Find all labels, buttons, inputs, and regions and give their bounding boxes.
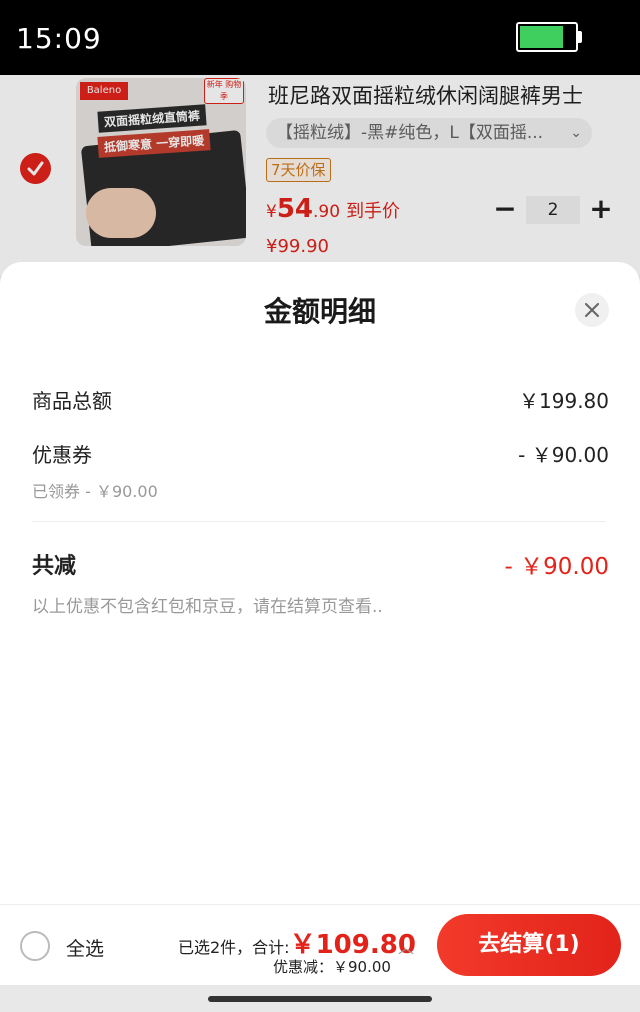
select-all-label[interactable]: 全选 xyxy=(66,934,104,961)
battery-cap xyxy=(578,31,582,43)
selected-summary: 已选2件，合计: xyxy=(178,938,290,957)
expand-detail-icon[interactable]: ︿ xyxy=(398,934,414,958)
total-reduction-label: 共减 xyxy=(32,554,77,579)
battery-level-fill xyxy=(520,26,563,48)
sheet-title: 金额明细 xyxy=(263,295,376,328)
status-time: 15:09 xyxy=(16,22,102,55)
battery-icon xyxy=(516,22,578,52)
home-indicator[interactable] xyxy=(208,996,432,1002)
discount-summary[interactable]: 优惠减：￥90.00 xyxy=(273,956,391,977)
disclaimer-text: 以上优惠不包含红包和京豆，请在结算页查看.. xyxy=(32,597,383,617)
total-reduction-value: - ￥90.00 xyxy=(504,554,609,580)
goods-total-label: 商品总额 xyxy=(32,389,112,413)
checkout-button[interactable]: 去结算(1) xyxy=(437,914,621,976)
coupon-value: - ￥90.00 xyxy=(518,443,609,467)
coupon-label: 优惠券 xyxy=(32,443,92,467)
goods-total-value: ￥199.80 xyxy=(519,389,609,413)
amount-detail-sheet xyxy=(0,262,640,1012)
close-button[interactable] xyxy=(575,293,609,327)
coupon-note: 已领券 - ￥90.00 xyxy=(32,482,158,501)
divider xyxy=(32,521,606,522)
select-all-checkbox[interactable] xyxy=(20,931,50,961)
close-icon xyxy=(585,303,599,317)
